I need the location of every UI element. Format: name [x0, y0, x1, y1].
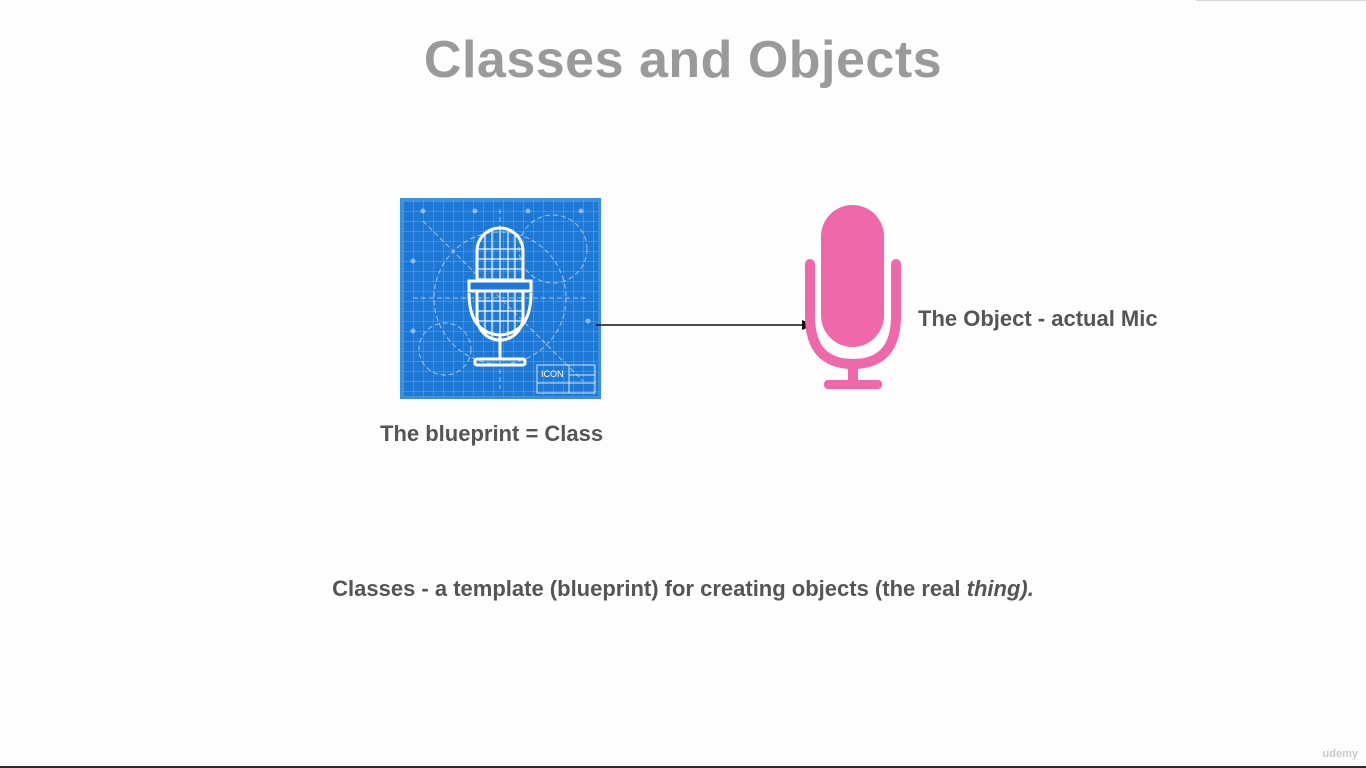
- microphone-icon: [805, 205, 901, 389]
- definition-text: Classes - a template (blueprint) for cre…: [0, 576, 1366, 602]
- slide: Classes and Objects ICON The blueprint =…: [0, 0, 1366, 766]
- top-divider: [1196, 0, 1366, 1]
- arrow-right-icon: [596, 320, 814, 330]
- definition-main: Classes - a template (blueprint) for cre…: [332, 576, 967, 601]
- blueprint-caption: The blueprint = Class: [380, 421, 604, 446]
- slide-title: Classes and Objects: [423, 31, 943, 89]
- udemy-watermark: udemy: [1322, 748, 1358, 760]
- object-caption: The Object - actual Mic: [918, 306, 1158, 331]
- definition-emphasis: thing).: [966, 576, 1034, 601]
- blueprint-image: ICON: [400, 198, 601, 399]
- microphone-blueprint-icon: ICON: [410, 208, 596, 394]
- blueprint-stamp-label: ICON: [541, 369, 564, 379]
